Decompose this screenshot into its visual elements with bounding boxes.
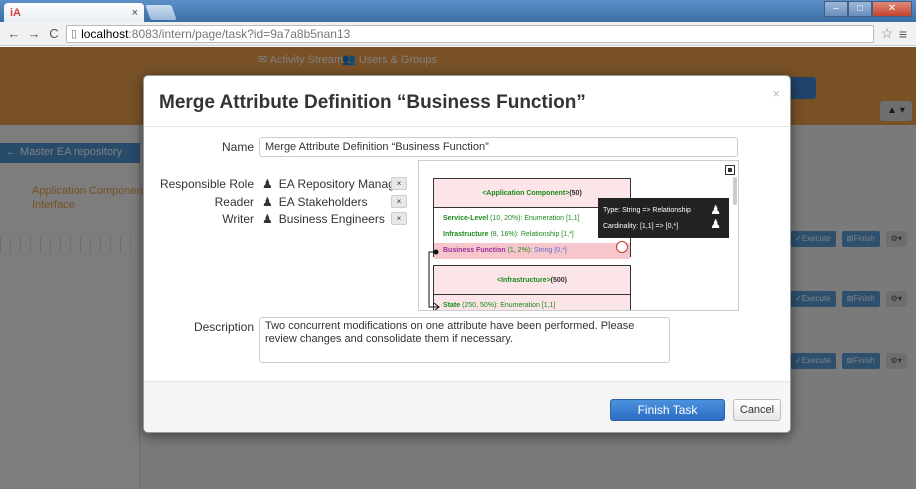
window-controls: – □ ✕ (824, 1, 912, 17)
tooltip-cardinality-change: Cardinality: [1,1] => [0,*] (603, 223, 679, 230)
responsible-role-value: ♟ EA Repository Manager (262, 177, 406, 191)
finish-task-button[interactable]: Finish Task (610, 399, 725, 421)
conflict-marker-icon[interactable] (616, 241, 628, 253)
tab-strip: iA × – □ ✕ (0, 0, 916, 22)
modal-close-icon[interactable]: × (772, 86, 780, 101)
modal-header: Merge Attribute Definition “Business Fun… (144, 76, 790, 127)
description-label: Description (193, 320, 254, 334)
star-icon[interactable]: ☆ (878, 25, 896, 42)
class-box-infrastructure[interactable]: <Infrastructure> (500) State (250, 50%):… (433, 265, 631, 310)
change-tooltip: Type: String => Relationship Cardinality… (598, 198, 729, 238)
name-label: Name (221, 140, 254, 154)
cancel-button[interactable]: Cancel (733, 399, 781, 421)
role-name: EA Repository Manager (278, 177, 406, 191)
url-host: localhost (81, 26, 129, 41)
reader-label: Reader (214, 195, 254, 209)
role-name: EA Stakeholders (278, 195, 368, 209)
url-path: :8083/intern/page/task?id=9a7a8b5nan13 (128, 26, 351, 41)
attribute-row-highlighted[interactable]: Business Function (1, 2%): String [0,*] (434, 243, 630, 259)
remove-reader-button[interactable]: × (391, 195, 407, 208)
reader-value: ♟ EA Stakeholders (262, 195, 368, 209)
modal-footer: Finish Task Cancel (144, 381, 790, 432)
app-favicon-icon: iA (10, 6, 21, 19)
back-arrow-icon[interactable]: ← (6, 26, 22, 41)
modal-title: Merge Attribute Definition “Business Fun… (159, 92, 586, 113)
description-textarea[interactable]: Two concurrent modifications on one attr… (259, 317, 670, 363)
page-icon: ▯ (71, 28, 78, 40)
user-icon: ♟ (710, 217, 721, 231)
merge-diagram[interactable]: <Application Component> (50) Service-Lev… (418, 160, 739, 311)
expand-icon[interactable] (725, 165, 735, 175)
browser-toolbar: ← → C ▯ localhost :8083/intern/page/task… (0, 22, 916, 46)
remove-writer-button[interactable]: × (391, 212, 407, 225)
tab-close-icon[interactable]: × (132, 7, 138, 19)
reload-icon[interactable]: C (46, 26, 62, 41)
maximize-icon[interactable]: □ (848, 1, 872, 17)
name-input[interactable] (259, 137, 738, 157)
menu-icon[interactable]: ≡ (896, 26, 910, 42)
remove-responsible-button[interactable]: × (391, 177, 407, 190)
browser-window: iA × – □ ✕ ← → C ▯ localhost :8083/inter… (0, 0, 916, 489)
merge-attribute-dialog: Merge Attribute Definition “Business Fun… (143, 75, 791, 433)
tooltip-type-change: Type: String => Relationship (603, 207, 691, 214)
person-icon: ♟ (262, 177, 273, 191)
writer-value: ♟ Business Engineers (262, 212, 385, 226)
new-tab-button[interactable] (145, 5, 177, 20)
minimize-icon[interactable]: – (824, 1, 848, 17)
writer-label: Writer (222, 212, 254, 226)
responsible-role-label: Responsible Role (159, 177, 254, 191)
person-icon: ♟ (262, 195, 273, 209)
forward-arrow-icon[interactable]: → (26, 26, 42, 41)
diagram-scrollbar[interactable] (733, 177, 737, 205)
window-close-icon[interactable]: ✕ (872, 1, 912, 17)
browser-tab[interactable]: iA × (4, 3, 144, 22)
class-title: <Infrastructure> (500) (434, 266, 630, 295)
address-bar[interactable]: ▯ localhost :8083/intern/page/task?id=9a… (66, 24, 874, 43)
attribute-row[interactable]: State (250, 50%): Enumeration [1,1] (434, 298, 630, 310)
person-icon: ♟ (262, 212, 273, 226)
role-name: Business Engineers (278, 212, 385, 226)
